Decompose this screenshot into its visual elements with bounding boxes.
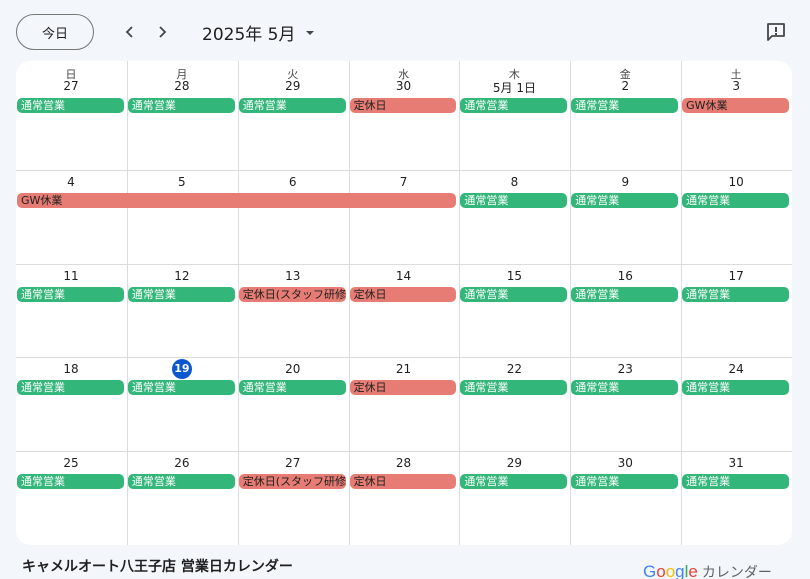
column-divider bbox=[570, 61, 572, 545]
brand-suffix: カレンダー bbox=[701, 565, 772, 579]
day-number[interactable]: 3 bbox=[681, 79, 791, 93]
event-chip[interactable]: 通常営業 bbox=[460, 380, 568, 395]
calendar-toolbar: 今日 2025年 5月 bbox=[0, 0, 810, 62]
day-number[interactable]: 31 bbox=[681, 456, 791, 470]
event-chip[interactable]: 通常営業 bbox=[127, 287, 235, 302]
chevron-right-icon bbox=[159, 26, 167, 38]
day-number[interactable]: 8 bbox=[459, 175, 569, 189]
month-label: 2025年 5月 bbox=[202, 25, 296, 45]
event-chip[interactable]: 通常営業 bbox=[17, 98, 124, 113]
event-chip[interactable]: 通常営業 bbox=[127, 98, 235, 113]
column-divider bbox=[237, 61, 239, 545]
event-chip[interactable]: 通常営業 bbox=[460, 474, 568, 489]
row-divider bbox=[16, 170, 792, 171]
day-number[interactable]: 12 bbox=[127, 269, 237, 283]
day-number[interactable]: 26 bbox=[127, 456, 237, 470]
day-number[interactable]: 30 bbox=[570, 456, 680, 470]
google-logo-letter: G bbox=[643, 562, 657, 579]
day-number[interactable]: 5月 1日 bbox=[459, 79, 569, 96]
day-number[interactable]: 2 bbox=[570, 79, 680, 93]
event-chip[interactable]: 定休日(スタッフ研修) bbox=[238, 474, 346, 489]
day-number[interactable]: 28 bbox=[349, 456, 459, 470]
column-divider bbox=[126, 61, 128, 545]
day-number[interactable]: 27 bbox=[238, 456, 348, 470]
day-number[interactable]: 7 bbox=[349, 175, 459, 189]
event-chip[interactable]: 通常営業 bbox=[238, 98, 346, 113]
event-chip[interactable]: 通常営業 bbox=[460, 98, 568, 113]
event-chip[interactable]: 定休日 bbox=[349, 98, 457, 113]
next-month-button[interactable] bbox=[149, 19, 175, 45]
day-number[interactable]: 24 bbox=[681, 362, 791, 376]
day-number[interactable]: 21 bbox=[349, 362, 459, 376]
month-grid-body: 日月火水木金土 27 28 29 30 5月 1日 2 3 4 5 6 7 8 9 10 11 12 13 14 15… bbox=[16, 61, 792, 545]
day-number[interactable]: 5 bbox=[127, 175, 237, 189]
day-number[interactable]: 15 bbox=[459, 269, 569, 283]
google-logo-letter: o bbox=[665, 562, 676, 579]
event-chip[interactable]: 通常営業 bbox=[460, 193, 568, 208]
day-number[interactable]: 9 bbox=[570, 175, 680, 189]
event-chip[interactable]: 通常営業 bbox=[682, 287, 789, 302]
column-divider bbox=[459, 61, 461, 545]
column-divider bbox=[681, 61, 683, 545]
event-chip[interactable]: 通常営業 bbox=[682, 474, 789, 489]
google-logo-letter: o bbox=[656, 562, 666, 579]
row-divider bbox=[16, 451, 792, 452]
day-number[interactable]: 28 bbox=[127, 79, 237, 93]
event-chip[interactable]: 通常営業 bbox=[682, 380, 789, 395]
chevron-left-icon bbox=[125, 26, 133, 38]
event-chip[interactable]: 定休日 bbox=[349, 474, 457, 489]
event-chip[interactable]: 通常営業 bbox=[571, 474, 679, 489]
day-number[interactable]: 14 bbox=[349, 269, 459, 283]
day-number[interactable]: 20 bbox=[238, 362, 348, 376]
column-divider bbox=[348, 61, 350, 545]
event-chip[interactable]: GW休業 bbox=[17, 193, 457, 208]
row-divider bbox=[16, 357, 792, 358]
event-chip[interactable]: 通常営業 bbox=[571, 380, 679, 395]
day-number[interactable]: 27 bbox=[16, 79, 126, 93]
event-chip[interactable]: 通常営業 bbox=[17, 380, 124, 395]
event-chip[interactable]: 通常営業 bbox=[571, 193, 679, 208]
month-grid: 日月火水木金土 27 28 29 30 5月 1日 2 3 4 5 6 7 8 9 10 11 12 13 14 15… bbox=[16, 61, 792, 545]
event-chip[interactable]: 通常営業 bbox=[571, 287, 679, 302]
calendar-title: キャメルオート八王子店 営業日カレンダー bbox=[22, 559, 293, 575]
event-chip[interactable]: 定休日 bbox=[349, 380, 457, 395]
day-number[interactable]: 29 bbox=[459, 456, 569, 470]
event-chip[interactable]: 定休日 bbox=[349, 287, 457, 302]
month-picker[interactable]: 2025年 5月 bbox=[202, 20, 315, 45]
prev-month-button[interactable] bbox=[117, 19, 143, 45]
event-chip[interactable]: 通常営業 bbox=[17, 287, 124, 302]
event-chip[interactable]: 通常営業 bbox=[571, 98, 679, 113]
today-button[interactable]: 今日 bbox=[16, 14, 94, 50]
event-chip[interactable]: 通常営業 bbox=[238, 380, 346, 395]
event-chip[interactable]: 通常営業 bbox=[127, 380, 235, 395]
google-logo-letter: g bbox=[675, 562, 685, 579]
day-number[interactable]: 29 bbox=[238, 79, 348, 93]
today-date-label: 19 bbox=[171, 359, 192, 379]
day-number[interactable]: 4 bbox=[16, 175, 126, 189]
arrow-drop-down-icon bbox=[306, 30, 315, 35]
day-number[interactable]: 17 bbox=[681, 269, 791, 283]
day-number[interactable]: 23 bbox=[570, 362, 680, 376]
event-chip[interactable]: 通常営業 bbox=[127, 474, 235, 489]
day-number[interactable]: 30 bbox=[349, 79, 459, 93]
day-number[interactable]: 10 bbox=[681, 175, 791, 189]
event-chip[interactable]: 通常営業 bbox=[460, 287, 568, 302]
event-chip[interactable]: 通常営業 bbox=[17, 474, 124, 489]
day-number[interactable]: 11 bbox=[16, 269, 126, 283]
day-number[interactable]: 22 bbox=[459, 362, 569, 376]
day-number[interactable]: 16 bbox=[570, 269, 680, 283]
event-chip[interactable]: 定休日(スタッフ研修) bbox=[238, 287, 346, 302]
feedback-icon[interactable] bbox=[765, 21, 787, 43]
google-calendar-brand[interactable]: Google カレンダー bbox=[643, 562, 772, 579]
google-logo-letter: e bbox=[688, 562, 698, 579]
day-number[interactable]: 18 bbox=[16, 362, 126, 376]
today-date[interactable]: 19 bbox=[127, 359, 237, 379]
google-logo: Google bbox=[643, 562, 698, 579]
event-chip[interactable]: GW休業 bbox=[682, 98, 789, 113]
day-number[interactable]: 13 bbox=[238, 269, 348, 283]
row-divider bbox=[16, 264, 792, 265]
day-number[interactable]: 6 bbox=[238, 175, 348, 189]
day-number[interactable]: 25 bbox=[16, 456, 126, 470]
event-chip[interactable]: 通常営業 bbox=[682, 193, 789, 208]
